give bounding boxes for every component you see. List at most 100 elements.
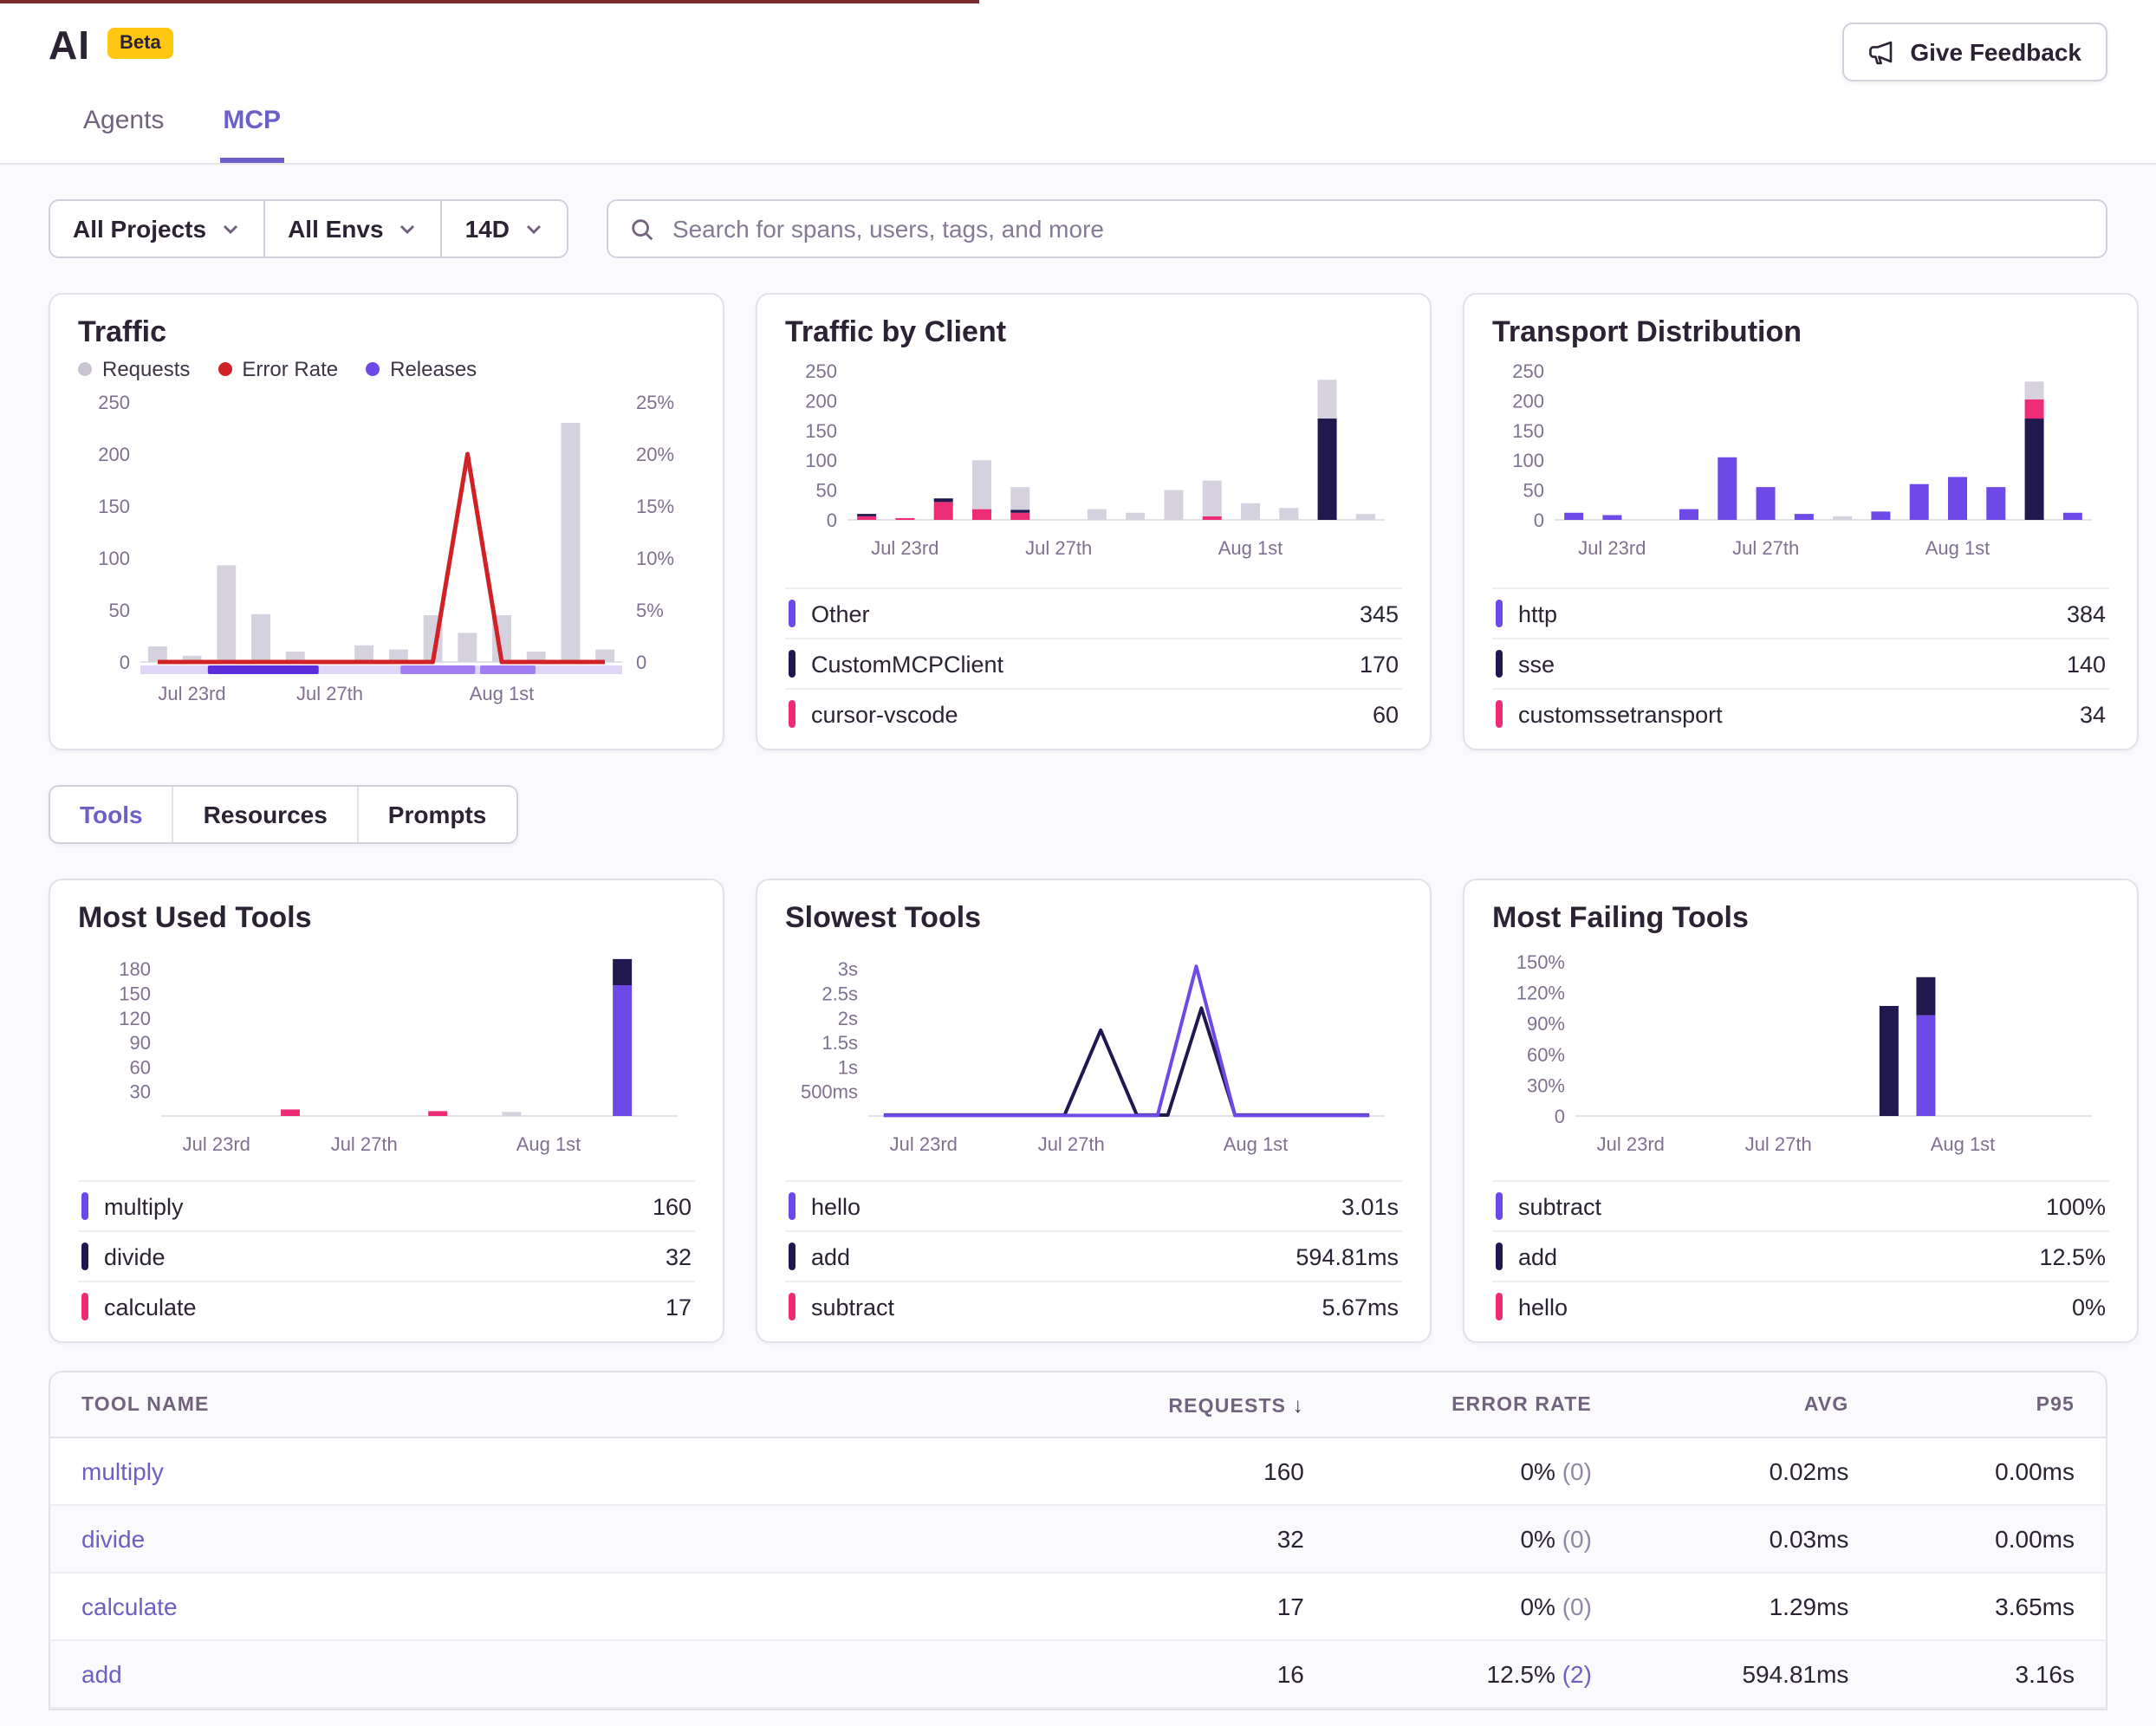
- card-title: Traffic: [78, 315, 695, 350]
- series-label: calculate: [104, 1294, 650, 1320]
- series-value: 100%: [2046, 1193, 2106, 1219]
- list-item[interactable]: subtract 100%: [1492, 1180, 2109, 1230]
- svg-text:0: 0: [827, 509, 837, 531]
- svg-text:0: 0: [1534, 509, 1544, 531]
- traffic-legend: Requests Error Rate Releases: [78, 357, 695, 381]
- tool-link[interactable]: multiply: [81, 1457, 164, 1485]
- series-label: add: [1518, 1243, 2023, 1269]
- series-color-pill: [1496, 1243, 1503, 1270]
- slowest-tools-card: Slowest Tools 3s2.5s2s1.5s1s500msJul 23r…: [756, 879, 1432, 1343]
- series-label: add: [811, 1243, 1280, 1269]
- series-color-pill: [81, 1192, 88, 1220]
- toggle-resources[interactable]: Resources: [172, 787, 357, 842]
- column-p95[interactable]: P95: [1848, 1372, 2106, 1437]
- traffic-by-client-card: Traffic by Client 250200150100500Jul 23r…: [756, 293, 1432, 750]
- tool-link[interactable]: calculate: [81, 1593, 178, 1620]
- series-label: http: [1518, 600, 2051, 626]
- series-label: subtract: [1518, 1193, 2030, 1219]
- error-count: (0): [1562, 1525, 1592, 1553]
- series-label: customssetransport: [1518, 701, 2064, 727]
- list-item[interactable]: Other 345: [785, 587, 1402, 638]
- beta-badge: Beta: [107, 27, 173, 58]
- transport-list: http 384 sse 140 customssetransport 34: [1492, 587, 2109, 738]
- legend-item-releases[interactable]: Releases: [366, 357, 477, 381]
- svg-text:60: 60: [130, 1056, 151, 1078]
- tool-link[interactable]: add: [81, 1660, 122, 1688]
- series-color-pill: [789, 1192, 796, 1220]
- give-feedback-label: Give Feedback: [1910, 38, 2081, 66]
- svg-text:90: 90: [130, 1032, 151, 1054]
- error-count: (2): [1562, 1660, 1592, 1688]
- svg-text:Jul 27th: Jul 27th: [1038, 1133, 1105, 1155]
- svg-text:Aug 1st: Aug 1st: [1931, 1133, 1996, 1155]
- tools-cards-row: Most Used Tools 180150120906030Jul 23rdJ…: [0, 844, 2156, 1343]
- svg-text:Jul 23rd: Jul 23rd: [890, 1133, 958, 1155]
- list-item[interactable]: customssetransport 34: [1492, 688, 2109, 738]
- list-item[interactable]: calculate 17: [78, 1281, 695, 1331]
- legend-label: Requests: [102, 357, 190, 381]
- p95-cell: 0.00ms: [1848, 1505, 2106, 1573]
- error-rate-cell: 0% (0): [1304, 1573, 1592, 1640]
- series-color-pill: [1496, 650, 1503, 678]
- svg-text:15%: 15%: [636, 496, 674, 517]
- list-item[interactable]: subtract 5.67ms: [785, 1281, 1402, 1331]
- most-used-tools-card: Most Used Tools 180150120906030Jul 23rdJ…: [49, 879, 724, 1343]
- series-label: CustomMCPClient: [811, 651, 1344, 677]
- column-avg[interactable]: Avg: [1592, 1372, 1849, 1437]
- column-requests[interactable]: Requests ↓: [1016, 1372, 1304, 1437]
- tool-link[interactable]: divide: [81, 1525, 145, 1553]
- toggle-prompts[interactable]: Prompts: [357, 787, 516, 842]
- table-row: multiply 160 0% (0) 0.02ms 0.00ms: [50, 1437, 2106, 1505]
- series-color-pill: [789, 700, 796, 728]
- list-item[interactable]: cursor-vscode 60: [785, 688, 1402, 738]
- list-item[interactable]: CustomMCPClient 170: [785, 638, 1402, 688]
- most-used-tools-chart: 180150120906030Jul 23rdJul 27thAug 1st: [78, 943, 695, 1168]
- requests-cell: 160: [1016, 1437, 1304, 1505]
- svg-text:200: 200: [1512, 390, 1544, 412]
- svg-text:120: 120: [119, 1008, 151, 1029]
- svg-text:500ms: 500ms: [801, 1081, 858, 1103]
- series-value: 34: [2080, 701, 2106, 727]
- svg-text:2.5s: 2.5s: [821, 983, 858, 1004]
- series-value: 384: [2067, 600, 2106, 626]
- column-error-rate[interactable]: Error Rate: [1304, 1372, 1592, 1437]
- list-item[interactable]: sse 140: [1492, 638, 2109, 688]
- search-input[interactable]: [672, 215, 2085, 243]
- error-rate-cell: 0% (0): [1304, 1505, 1592, 1573]
- series-color-pill: [81, 1243, 88, 1270]
- table-row: divide 32 0% (0) 0.03ms 0.00ms: [50, 1505, 2106, 1573]
- list-item[interactable]: hello 3.01s: [785, 1180, 1402, 1230]
- chevron-down-icon: [398, 218, 419, 239]
- error-count: (0): [1562, 1457, 1592, 1485]
- filter-button-group: All Projects All Envs 14D: [49, 199, 568, 258]
- svg-text:2s: 2s: [838, 1008, 858, 1029]
- series-color-pill: [789, 650, 796, 678]
- list-item[interactable]: add 12.5%: [1492, 1230, 2109, 1281]
- column-tool-name[interactable]: Tool Name: [50, 1372, 1016, 1437]
- svg-text:200: 200: [98, 444, 130, 465]
- env-filter-dropdown[interactable]: All Envs: [265, 199, 443, 258]
- list-item[interactable]: multiply 160: [78, 1180, 695, 1230]
- svg-text:Jul 23rd: Jul 23rd: [1578, 537, 1646, 559]
- svg-text:5%: 5%: [636, 600, 664, 621]
- toggle-tools[interactable]: Tools: [50, 787, 172, 842]
- series-value: 12.5%: [2039, 1243, 2106, 1269]
- series-value: 140: [2067, 651, 2106, 677]
- tab-mcp[interactable]: MCP: [219, 102, 284, 163]
- tab-agents[interactable]: Agents: [80, 102, 167, 163]
- svg-text:Jul 23rd: Jul 23rd: [158, 683, 225, 704]
- legend-item-requests[interactable]: Requests: [78, 357, 190, 381]
- give-feedback-button[interactable]: Give Feedback: [1842, 23, 2107, 81]
- list-item[interactable]: http 384: [1492, 587, 2109, 638]
- svg-text:Aug 1st: Aug 1st: [516, 1133, 581, 1155]
- list-item[interactable]: hello 0%: [1492, 1281, 2109, 1331]
- list-item[interactable]: add 594.81ms: [785, 1230, 1402, 1281]
- project-filter-dropdown[interactable]: All Projects: [49, 199, 265, 258]
- legend-item-error-rate[interactable]: Error Rate: [218, 357, 338, 381]
- series-color-pill: [789, 1243, 796, 1270]
- date-range-dropdown[interactable]: 14D: [443, 199, 568, 258]
- list-item[interactable]: divide 32: [78, 1230, 695, 1281]
- legend-label: Releases: [390, 357, 477, 381]
- legend-dot: [366, 362, 380, 376]
- svg-text:Jul 27th: Jul 27th: [1025, 537, 1092, 559]
